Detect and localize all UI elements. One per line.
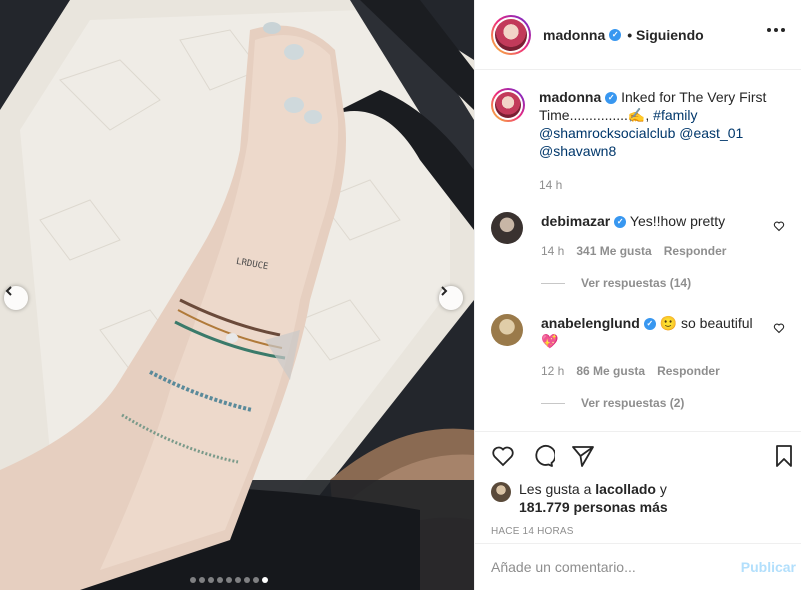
carousel-dot [199,577,205,583]
carousel-indicator [190,577,268,583]
comment-icon[interactable] [531,444,555,468]
liker-avatar[interactable] [491,482,511,502]
comment-body: Yes!!how pretty [626,213,726,229]
bookmark-icon[interactable] [772,444,796,468]
share-icon[interactable] [571,444,595,468]
caption: madonna ✓ Inked for The Very First Time..… [491,88,785,192]
verified-icon: ✓ [605,92,618,105]
reply-button[interactable]: Responder [657,364,720,378]
reply-button[interactable]: Responder [664,244,727,258]
carousel-dot-active [262,577,268,583]
avatar[interactable] [491,314,523,346]
comment-username[interactable]: debimazar [541,213,610,229]
more-options-icon[interactable] [767,28,785,32]
caption-time[interactable]: 14 h [539,178,562,192]
avatar[interactable] [491,212,523,244]
heart-icon[interactable] [491,444,515,468]
comment-input[interactable] [491,559,741,575]
likes-prefix: Les gusta a [519,481,596,497]
caption-avatar[interactable] [491,88,525,122]
likes-count[interactable]: 181.779 personas más [519,499,668,515]
comment-item: debimazar ✓ Yes!!how pretty 14 h 341 Me g… [491,212,785,290]
photo-illustration: LRDUCE [0,0,474,590]
comment-likes[interactable]: 86 Me gusta [576,364,645,378]
comment-body: 🙂 so beautiful [655,315,753,331]
verified-icon: ✓ [609,28,622,41]
post-timestamp[interactable]: HACE 14 HORAS [475,526,801,537]
publish-button[interactable]: Publicar [741,559,796,575]
post-header: madonna ✓ • Siguiendo [475,0,801,70]
chevron-right-icon [441,286,448,296]
view-replies-button[interactable]: Ver respuestas (14) [541,276,785,290]
action-bar [475,432,801,480]
comment-time[interactable]: 14 h [541,244,564,258]
carousel-dot [244,577,250,583]
post-actions-area: Les gusta a lacollado y 181.779 personas… [475,431,801,537]
likes-suffix: y [655,481,667,497]
comment-item: anabelenglund ✓ 🙂 so beautiful 💖 12 h 86 … [491,314,785,410]
comment-time[interactable]: 12 h [541,364,564,378]
verified-icon: ✓ [643,318,656,331]
header-username[interactable]: madonna [543,27,605,43]
like-comment-icon[interactable] [773,220,785,232]
caption-username[interactable]: madonna [539,89,601,105]
comment-username[interactable]: anabelenglund [541,315,640,331]
comments-list: madonna ✓ Inked for The Very First Time..… [475,70,801,430]
mention-link[interactable]: @east_01 [679,125,743,141]
caption-text: madonna ✓ Inked for The Very First Time..… [539,88,785,160]
liker-username[interactable]: lacollado [595,481,656,497]
view-replies-label: Ver respuestas (2) [581,396,685,410]
chevron-left-icon [5,286,12,296]
post-photo[interactable]: LRDUCE [0,0,474,590]
post-side-panel: madonna ✓ • Siguiendo madonna ✓ Inked for… [474,0,801,590]
comment-emoji: 💖 [541,333,559,349]
next-photo-button[interactable] [439,286,463,310]
likes-summary: Les gusta a lacollado y 181.779 personas… [475,480,801,516]
carousel-dot [235,577,241,583]
carousel-dot [217,577,223,583]
comment-likes[interactable]: 341 Me gusta [576,244,651,258]
view-replies-button[interactable]: Ver respuestas (2) [541,396,785,410]
carousel-dot [190,577,196,583]
carousel-dot [253,577,259,583]
verified-icon: ✓ [614,216,627,229]
following-button[interactable]: • Siguiendo [627,27,703,43]
carousel-dot [208,577,214,583]
comment-text: anabelenglund ✓ 🙂 so beautiful 💖 [541,314,785,350]
mention-link[interactable]: @shavawn8 [539,143,616,159]
avatar[interactable] [491,14,531,55]
view-replies-label: Ver respuestas (14) [581,276,692,290]
mention-link[interactable]: @shamrocksocialclub [539,125,675,141]
previous-photo-button[interactable] [4,286,28,310]
hashtag-link[interactable]: #family [653,107,697,123]
like-comment-icon[interactable] [773,322,785,334]
add-comment-bar: Publicar [475,543,801,590]
carousel-dot [226,577,232,583]
comment-text: debimazar ✓ Yes!!how pretty [541,212,785,230]
